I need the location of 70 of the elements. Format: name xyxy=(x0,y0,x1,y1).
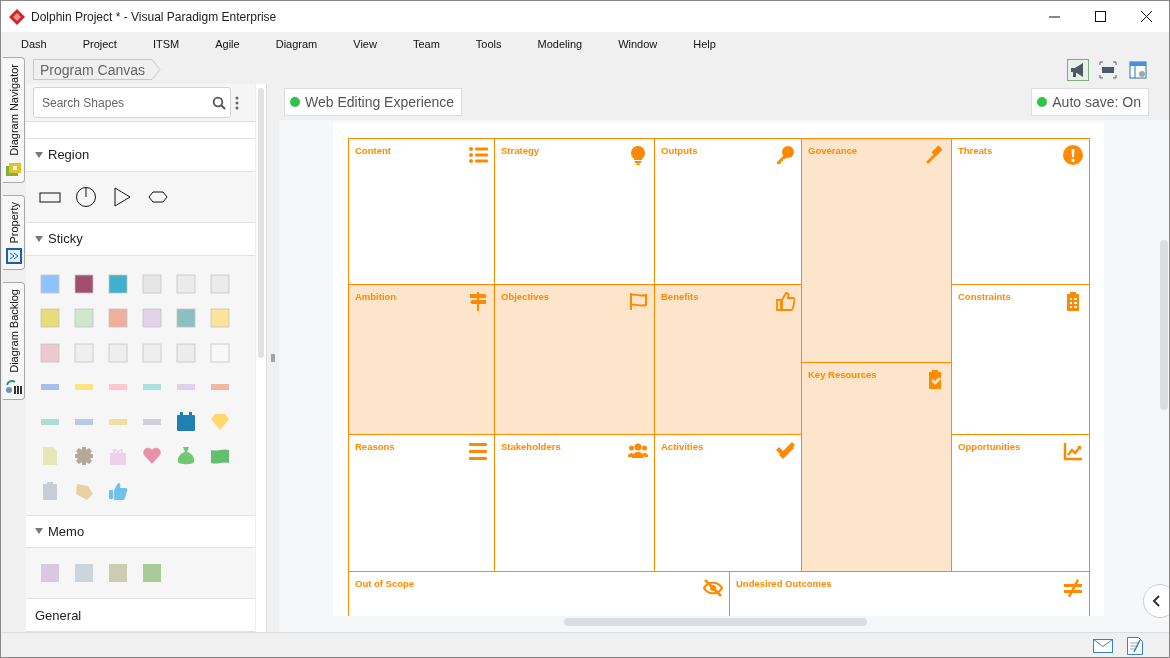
close-icon[interactable] xyxy=(1140,11,1152,22)
memo-note-icon[interactable] xyxy=(142,563,162,584)
menu-item[interactable]: Modeling xyxy=(519,37,601,50)
sticky-note-icon[interactable] xyxy=(108,273,128,294)
window-title: Dolphin Project * - Visual Paradigm Enterprise xyxy=(31,9,278,24)
clock-icon[interactable] xyxy=(75,185,97,208)
side-tab[interactable]: Diagram Backlog xyxy=(3,282,25,401)
clipboard-icon[interactable] xyxy=(40,480,60,501)
side-tab[interactable]: Property xyxy=(3,194,25,271)
document-icon[interactable] xyxy=(40,446,60,467)
list-icon xyxy=(468,145,488,165)
triangle-icon[interactable] xyxy=(111,185,133,208)
calendar-icon[interactable] xyxy=(176,411,196,432)
more-options-icon[interactable] xyxy=(235,95,239,110)
menu-item[interactable]: Agile xyxy=(197,37,258,50)
money-bag-icon[interactable] xyxy=(176,446,196,467)
note-icon[interactable] xyxy=(1127,636,1143,655)
exclamation-icon xyxy=(1063,145,1083,165)
double-check-icon xyxy=(775,441,795,461)
memo-note-icon[interactable] xyxy=(74,563,94,584)
memo-note-icon[interactable] xyxy=(40,563,60,584)
thumbs-up-icon xyxy=(775,291,795,311)
not-equal-icon xyxy=(1063,578,1083,598)
section-header[interactable]: Region xyxy=(26,138,255,172)
diamond-icon[interactable] xyxy=(210,411,230,432)
banner-icon[interactable] xyxy=(210,446,230,467)
search-field[interactable]: Search Shapes xyxy=(33,87,231,119)
auto-save-button[interactable]: Auto save: On xyxy=(1031,88,1149,116)
splitter-handle-icon[interactable] xyxy=(271,354,275,362)
flag-icon xyxy=(628,291,648,311)
backlog-icon xyxy=(4,377,23,396)
sticky-note-icon[interactable] xyxy=(74,273,94,294)
scrollbar-thumb[interactable] xyxy=(258,88,264,358)
menu-icon xyxy=(468,441,488,461)
menu-item[interactable]: Window xyxy=(600,37,676,50)
property-icon xyxy=(4,247,23,266)
breadcrumb-arrow-icon xyxy=(151,59,162,80)
gift-icon[interactable] xyxy=(108,446,128,467)
scrollbar-thumb[interactable] xyxy=(564,618,867,626)
layout-window-icon[interactable] xyxy=(1127,58,1149,81)
gear-icon[interactable] xyxy=(74,446,94,467)
signpost-icon xyxy=(468,291,488,311)
people-icon xyxy=(628,441,648,461)
mail-icon[interactable] xyxy=(1093,638,1113,653)
section-header[interactable]: Memo xyxy=(26,514,255,549)
menu-item[interactable]: Help xyxy=(675,37,734,50)
scrollbar-thumb[interactable] xyxy=(1160,240,1168,410)
side-tab[interactable]: Diagram Navigator xyxy=(3,57,25,183)
menu-item[interactable]: Diagram xyxy=(257,37,336,50)
menu-item[interactable]: View xyxy=(335,37,395,50)
light-bulb-icon xyxy=(628,145,648,165)
megaphone-icon[interactable] xyxy=(1067,58,1089,81)
maximize-icon[interactable] xyxy=(1094,11,1106,22)
menu-item[interactable]: Team xyxy=(394,37,458,50)
menu-item[interactable]: Dash xyxy=(3,37,65,50)
section-header[interactable]: Sticky xyxy=(26,222,255,256)
chevron-left-icon xyxy=(1152,595,1160,607)
memo-note-icon[interactable] xyxy=(108,563,128,584)
app-logo xyxy=(9,8,25,25)
menu-item[interactable]: Tools xyxy=(457,37,520,50)
menu-item[interactable]: Project xyxy=(64,37,135,50)
line-chart-icon xyxy=(1063,441,1083,461)
section-header[interactable]: General xyxy=(26,598,255,632)
thumbs-up-icon[interactable] xyxy=(108,480,128,501)
eye-slash-icon xyxy=(703,578,723,598)
key-icon xyxy=(775,145,795,165)
web-editing-button[interactable]: Web Editing Experience xyxy=(284,88,463,116)
menu-item[interactable]: ITSM xyxy=(134,37,198,50)
fit-frame-icon[interactable] xyxy=(1097,58,1119,81)
search-icon[interactable] xyxy=(212,95,226,110)
